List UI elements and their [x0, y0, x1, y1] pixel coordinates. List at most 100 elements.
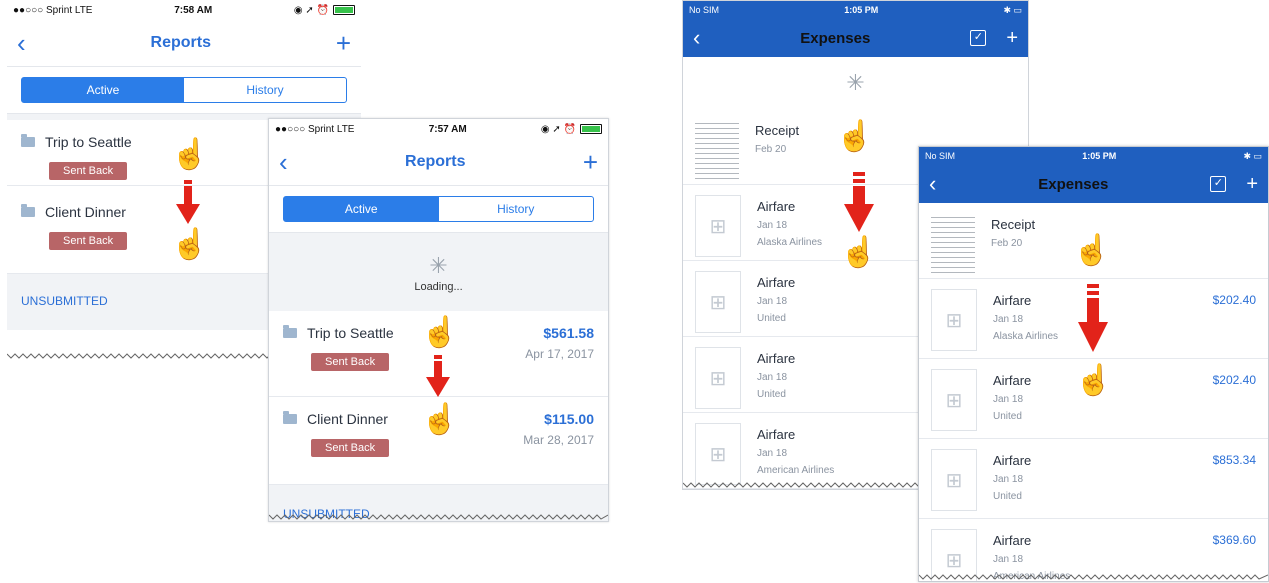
spinner-icon: ✳: [846, 70, 865, 95]
folder-icon: [21, 134, 35, 147]
battery-icon: [580, 124, 602, 134]
report-date: Apr 17, 2017: [525, 347, 594, 361]
add-receipt-icon: ⊞: [695, 195, 741, 257]
carrier: ●●○○○ Sprint LTE: [13, 4, 93, 16]
report-amount: $561.58: [543, 325, 594, 341]
battery-icon: [333, 5, 355, 15]
back-icon[interactable]: ‹: [279, 149, 288, 175]
down-arrow-icon: [176, 180, 200, 224]
status-badge: Sent Back: [311, 353, 390, 371]
expense-date: Jan 18: [993, 554, 1024, 565]
battery-icon: ✱ ▭: [1243, 150, 1262, 161]
carrier: No SIM: [925, 151, 956, 161]
status-bar: ●●○○○ Sprint LTE 7:57 AM ◉ ➚ ⏰: [269, 119, 608, 139]
back-icon[interactable]: ‹: [693, 25, 700, 51]
torn-edge: [269, 511, 608, 521]
page-title: Expenses: [1038, 175, 1109, 193]
clock: 1:05 PM: [1082, 151, 1117, 161]
location-icon: ◉ ➚ ⏰: [540, 123, 576, 135]
report-date: Mar 28, 2017: [523, 433, 594, 447]
expense-date: Feb 20: [991, 238, 1023, 249]
select-icon[interactable]: ✓: [970, 30, 987, 46]
loading-label: Loading...: [414, 281, 463, 293]
status-bar: No SIM 1:05 PM ✱ ▭: [919, 147, 1268, 165]
expense-row[interactable]: ⊞ Airfare Jan 18 United $853.34: [919, 439, 1268, 519]
segment-control: Active History: [269, 186, 608, 233]
add-receipt-icon: ⊞: [931, 289, 977, 351]
back-icon[interactable]: ‹: [929, 171, 936, 197]
nav-bar: ‹ Expenses ✓ +: [919, 165, 1268, 203]
expense-title: Airfare: [993, 453, 1032, 468]
add-receipt-icon: ⊞: [695, 347, 741, 409]
battery-icon: ✱ ▭: [1003, 4, 1022, 15]
hand-pointer-icon: ☝: [1075, 364, 1113, 397]
status-badge: Sent Back: [311, 439, 390, 457]
expense-amount: $853.34: [1212, 453, 1256, 467]
receipt-thumbnail: [695, 119, 739, 179]
tab-active[interactable]: Active: [284, 197, 439, 221]
down-arrow-icon: [426, 355, 450, 397]
clock: 1:05 PM: [844, 5, 879, 15]
expense-amount: $369.60: [1212, 533, 1256, 547]
refresh-indicator: ✳ Loading...: [269, 233, 608, 311]
add-receipt-icon: ⊞: [931, 369, 977, 431]
tab-history[interactable]: History: [439, 197, 594, 221]
carrier: ●●○○○ Sprint LTE: [275, 123, 355, 135]
tab-active[interactable]: Active: [22, 78, 184, 102]
add-icon[interactable]: +: [583, 149, 598, 175]
report-name: Trip to Seattle: [45, 134, 132, 150]
expense-title: Receipt: [755, 123, 800, 138]
hand-pointer-icon: ☝: [421, 403, 459, 436]
hand-pointer-icon: ☝: [836, 120, 874, 153]
segment-control: Active History: [7, 67, 361, 114]
expense-date: Jan 18: [993, 474, 1024, 485]
clock: 7:57 AM: [428, 123, 467, 135]
torn-edge: [919, 571, 1268, 581]
receipt-thumbnail: [931, 213, 975, 273]
hand-pointer-icon: ☝: [840, 236, 878, 269]
status-badge: Sent Back: [49, 162, 128, 180]
page-title: Reports: [405, 153, 466, 170]
report-name: Client Dinner: [45, 204, 126, 220]
status-icons: ◉ ➚ ⏰: [541, 124, 602, 135]
tab-history[interactable]: History: [184, 78, 346, 102]
add-icon[interactable]: +: [1006, 27, 1018, 50]
expense-amount: $202.40: [1212, 373, 1256, 387]
clock: 7:58 AM: [174, 4, 213, 16]
down-arrow-icon: [844, 172, 874, 232]
refresh-indicator: ✳: [683, 57, 1028, 109]
expense-title: Airfare: [993, 533, 1032, 548]
folder-icon: [21, 204, 35, 217]
status-bar: No SIM 1:05 PM ✱ ▭: [683, 1, 1028, 19]
spinner-icon: ✳: [429, 253, 448, 278]
hand-pointer-icon: ☝: [1073, 234, 1111, 267]
add-receipt-icon: ⊞: [695, 423, 741, 485]
status-bar: ●●○○○ Sprint LTE 7:58 AM ◉ ➚ ⏰: [7, 0, 361, 20]
expense-vendor: United: [993, 411, 1022, 422]
report-amount: $115.00: [544, 411, 594, 427]
page-title: Expenses: [800, 29, 871, 47]
add-icon[interactable]: +: [336, 30, 351, 56]
add-icon[interactable]: +: [1246, 173, 1258, 196]
hand-pointer-icon: ☝: [171, 138, 209, 171]
folder-icon: [283, 411, 297, 424]
report-name: Trip to Seattle: [307, 325, 394, 341]
folder-icon: [283, 325, 297, 338]
location-icon: ◉ ➚ ⏰: [293, 4, 329, 16]
add-receipt-icon: ⊞: [931, 449, 977, 511]
back-icon[interactable]: ‹: [17, 30, 26, 56]
down-arrow-icon: [1078, 284, 1108, 352]
report-name: Client Dinner: [307, 411, 388, 427]
expense-amount: $202.40: [1212, 293, 1256, 307]
status-icons: ◉ ➚ ⏰: [294, 5, 355, 16]
nav-bar: ‹ Reports +: [269, 139, 608, 186]
page-title: Reports: [150, 34, 211, 51]
carrier: No SIM: [689, 5, 720, 15]
hand-pointer-icon: ☝: [421, 316, 459, 349]
nav-bar: ‹ Reports +: [7, 20, 361, 67]
select-icon[interactable]: ✓: [1210, 176, 1227, 192]
expense-vendor: United: [993, 491, 1022, 502]
add-receipt-icon: ⊞: [695, 271, 741, 333]
nav-bar: ‹ Expenses ✓ +: [683, 19, 1028, 57]
status-badge: Sent Back: [49, 232, 128, 250]
